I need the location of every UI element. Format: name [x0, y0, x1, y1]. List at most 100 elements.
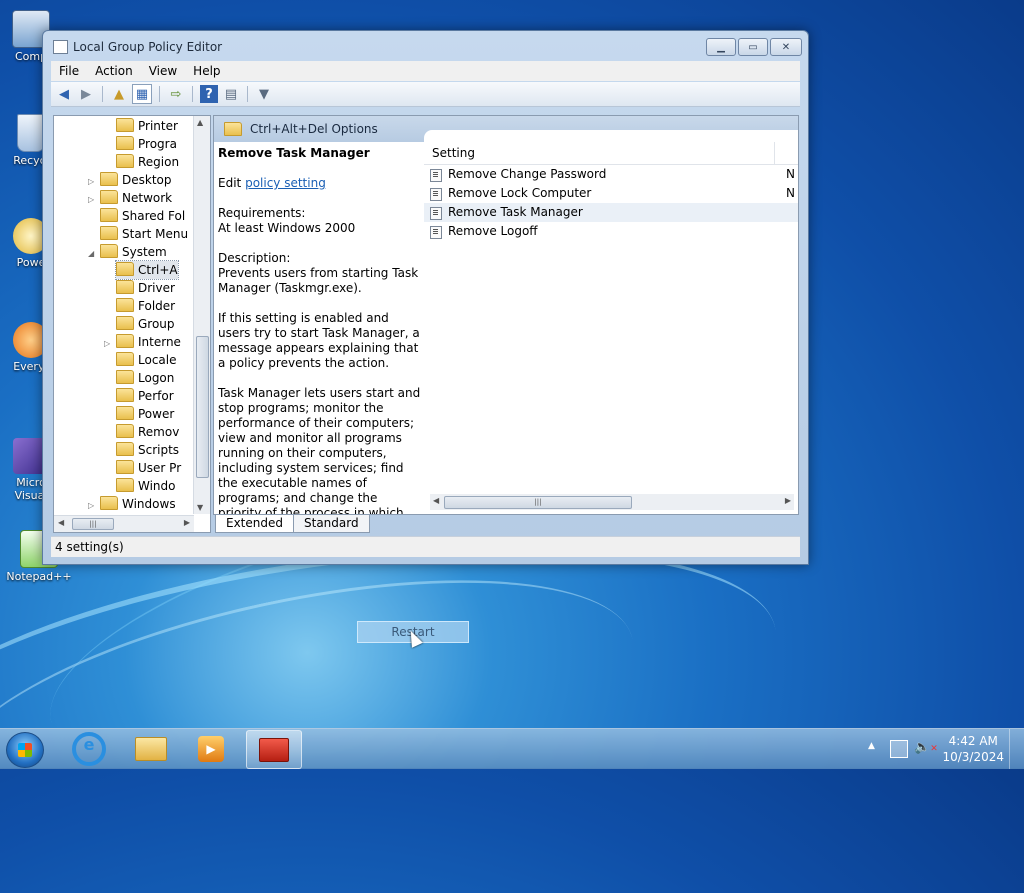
taskbar-file-explorer[interactable] — [124, 730, 178, 767]
tree-item[interactable]: Perfor — [116, 387, 174, 405]
folder-icon — [116, 442, 134, 456]
minimize-button[interactable]: ▁ — [706, 38, 736, 56]
export-list-icon[interactable]: ⇨ — [167, 85, 185, 103]
tree-vertical-scrollbar[interactable]: ▲ ▼ — [193, 116, 210, 514]
tree-item[interactable]: ▷ Desktop — [88, 171, 172, 189]
expand-icon[interactable]: ▷ — [88, 191, 98, 209]
setting-row-selected[interactable]: Remove Task Manager — [424, 203, 798, 222]
tree-item[interactable]: Remov — [116, 423, 179, 441]
tab-extended[interactable]: Extended — [215, 515, 294, 533]
tree-item[interactable]: Driver — [116, 279, 175, 297]
tree-item[interactable]: ◢ System — [88, 243, 167, 261]
menu-file[interactable]: File — [51, 64, 87, 78]
taskbar-media-player[interactable]: ▶ — [184, 730, 238, 767]
clock-date: 10/3/2024 — [942, 750, 1004, 764]
show-hide-tree-icon[interactable]: ▦ — [132, 84, 152, 104]
show-desktop-button[interactable] — [1009, 729, 1024, 769]
folder-icon — [100, 244, 118, 258]
tree-item-label: Shared Fol — [122, 209, 186, 223]
toolbar-separator — [192, 86, 193, 102]
taskbar-group-policy-editor[interactable] — [246, 730, 302, 769]
tree-item-label: Power — [138, 407, 175, 421]
window-title: Local Group Policy Editor — [73, 40, 223, 54]
show-hidden-icons[interactable]: ▲ — [868, 741, 875, 751]
column-setting[interactable]: Setting — [432, 146, 475, 160]
network-icon[interactable] — [890, 740, 908, 758]
tree-item[interactable]: Logon — [116, 369, 174, 387]
setting-row[interactable]: Remove Change Password N — [424, 165, 798, 184]
tree-vertical-scroll-thumb[interactable] — [196, 336, 209, 478]
tree-item[interactable]: Progra — [116, 135, 177, 153]
tree-item[interactable]: Group — [116, 315, 175, 333]
group-policy-editor-window: Local Group Policy Editor ▁ ▭ ✕ File Act… — [42, 30, 809, 565]
tree-item[interactable]: Locale — [116, 351, 176, 369]
collapse-icon[interactable]: ◢ — [88, 245, 98, 263]
setting-row[interactable]: Remove Logoff — [424, 222, 798, 241]
edit-policy-link[interactable]: policy setting — [245, 176, 326, 190]
requirements-label: Requirements: — [218, 206, 306, 220]
scroll-up-icon[interactable]: ▲ — [197, 118, 203, 127]
tree-item[interactable]: Scripts — [116, 441, 179, 459]
title-bar[interactable]: Local Group Policy Editor ▁ ▭ ✕ — [43, 31, 808, 61]
setting-row[interactable]: Remove Lock Computer N — [424, 184, 798, 203]
tree-item-label: Ctrl+A — [138, 263, 178, 277]
folder-icon — [116, 352, 134, 366]
description-label: Description: — [218, 251, 291, 265]
scroll-right-icon[interactable]: ▶ — [785, 496, 791, 505]
requirements-block: Requirements: At least Windows 2000 — [218, 206, 422, 236]
tree-item[interactable]: Folder — [116, 297, 175, 315]
menu-view[interactable]: View — [141, 64, 185, 78]
back-icon[interactable]: ◀ — [55, 85, 73, 103]
folder-icon — [100, 190, 118, 204]
forward-icon[interactable]: ▶ — [77, 85, 95, 103]
scroll-right-icon[interactable]: ▶ — [184, 518, 190, 527]
detail-title: Remove Task Manager — [218, 146, 370, 160]
start-button[interactable] — [6, 732, 44, 768]
status-bar: 4 setting(s) — [51, 536, 800, 557]
up-folder-icon[interactable]: ▲ — [110, 85, 128, 103]
expand-icon[interactable]: ▷ — [88, 173, 98, 191]
system-clock[interactable]: 4:42 AM 10/3/2024 — [942, 733, 1004, 765]
maximize-button[interactable]: ▭ — [738, 38, 768, 56]
tree-item[interactable]: Shared Fol — [100, 207, 185, 225]
volume-muted-icon[interactable]: 🔈✕ — [914, 740, 938, 755]
tree-item[interactable]: Ctrl+A — [115, 260, 179, 280]
tree-item[interactable]: User Pr — [116, 459, 181, 477]
tree-item[interactable]: ▷ Network — [88, 189, 172, 207]
taskbar-internet-explorer[interactable]: e — [62, 730, 116, 767]
windows-logo-icon — [18, 743, 32, 757]
list-horizontal-scrollbar[interactable]: ◀ ||| ▶ — [430, 494, 794, 510]
folder-icon — [100, 226, 118, 240]
expand-icon[interactable]: ▷ — [88, 497, 98, 515]
tree-item-label: Start Menu — [122, 227, 189, 241]
filter-icon[interactable]: ▼ — [255, 85, 273, 103]
help-icon[interactable]: ? — [200, 85, 218, 103]
scroll-down-icon[interactable]: ▼ — [197, 503, 203, 512]
policy-setting-icon — [430, 207, 442, 220]
tree-item[interactable]: Windo — [116, 477, 176, 495]
expand-icon[interactable]: ▷ — [104, 335, 114, 353]
description-block: Description: Prevents users from startin… — [218, 251, 422, 296]
tree-horizontal-scroll-thumb[interactable]: ||| — [72, 518, 114, 530]
tree-item[interactable]: Printer — [116, 117, 178, 135]
tree-item[interactable]: Power — [116, 405, 174, 423]
folder-icon — [135, 736, 167, 761]
minimize-icon: ▁ — [717, 41, 725, 53]
menu-help[interactable]: Help — [185, 64, 228, 78]
tree-item[interactable]: Region — [116, 153, 179, 171]
menu-action[interactable]: Action — [87, 64, 141, 78]
tab-standard[interactable]: Standard — [293, 515, 370, 533]
tree-horizontal-scrollbar[interactable]: ◀ ||| ▶ — [54, 515, 194, 532]
media-player-icon: ▶ — [198, 735, 224, 762]
tree-item[interactable]: ▷ Interne — [104, 333, 181, 351]
scroll-left-icon[interactable]: ◀ — [433, 496, 439, 505]
tree-item[interactable]: ▷ Windows — [88, 495, 176, 513]
close-button[interactable]: ✕ — [770, 38, 802, 56]
tree-item-label: Driver — [138, 281, 175, 295]
tree-item-label: User Pr — [138, 461, 182, 475]
scroll-left-icon[interactable]: ◀ — [58, 518, 64, 527]
properties-icon[interactable]: ▤ — [222, 85, 240, 103]
column-separator[interactable] — [774, 142, 775, 164]
tree-item[interactable]: Start Menu — [100, 225, 188, 243]
list-horizontal-scroll-thumb[interactable]: ||| — [444, 496, 632, 509]
